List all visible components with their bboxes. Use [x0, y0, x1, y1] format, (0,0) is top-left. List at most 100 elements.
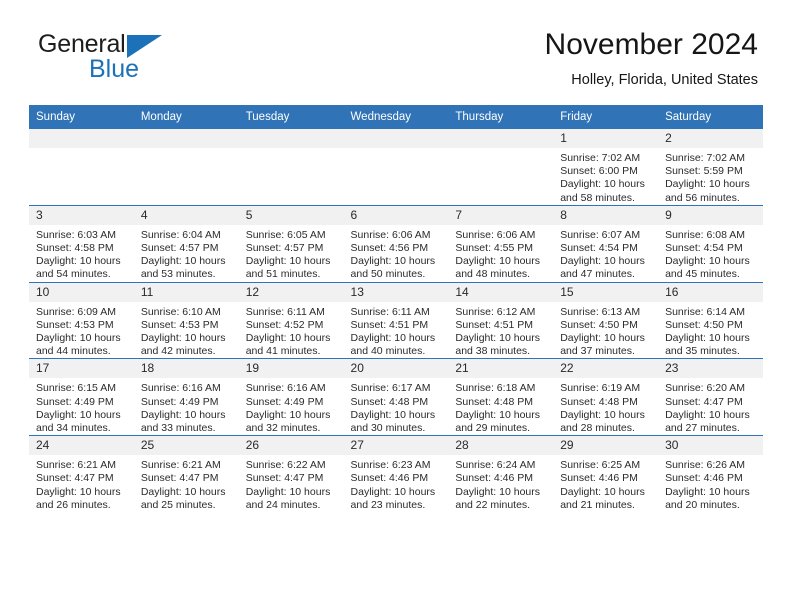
sunrise-text: Sunrise: 6:05 AM: [245, 228, 326, 241]
sunset-text: Sunset: 4:54 PM: [560, 242, 638, 255]
day-sun-info: Sunrise: 6:11 AM Sunset: 4:51 PM Daylight:…: [344, 302, 449, 359]
calendar-day-cell[interactable]: 11 Sunrise: 6:10 AM Sunset: 4:53 PM Dayligh…: [133, 281, 239, 359]
day-number: 11: [133, 282, 239, 302]
calendar-day-cell[interactable]: 28 Sunrise: 6:24 AM Sunset: 4:46 PM Dayligh…: [448, 435, 554, 513]
sunrise-sunset-calendar: Sunday Monday Tuesday Wednesday Thursday…: [29, 105, 763, 513]
daylight-text-line2: and 42 minutes.: [140, 345, 216, 358]
day-number: 20: [343, 359, 449, 379]
day-sun-info: Sunrise: 6:05 AM Sunset: 4:57 PM Daylight:…: [239, 225, 344, 282]
calendar-day-cell[interactable]: 26 Sunrise: 6:22 AM Sunset: 4:47 PM Dayligh…: [238, 435, 344, 513]
sunset-text: Sunset: 4:46 PM: [455, 472, 534, 485]
sunrise-text: Sunrise: 6:22 AM: [245, 459, 326, 472]
sunset-text: Sunset: 4:47 PM: [245, 472, 324, 485]
sunset-text: Sunset: 4:49 PM: [245, 395, 324, 408]
calendar-day-cell[interactable]: 12 Sunrise: 6:11 AM Sunset: 4:52 PM Dayligh…: [238, 281, 344, 359]
sunrise-text: Sunrise: 6:12 AM: [455, 305, 536, 318]
calendar-day-cell[interactable]: 5 Sunrise: 6:05 AM Sunset: 4:57 PM Daylight…: [238, 204, 344, 283]
calendar-day-cell[interactable]: 7 Sunrise: 6:06 AM Sunset: 4:55 PM Daylight…: [448, 204, 554, 283]
sunrise-text: Sunrise: 6:24 AM: [455, 459, 536, 472]
day-number: 29: [553, 436, 659, 456]
sunrise-text: Sunrise: 6:21 AM: [140, 459, 221, 472]
weekday-header-row: Sunday Monday Tuesday Wednesday Thursday…: [29, 105, 763, 129]
weekday-header-friday: Friday: [553, 105, 659, 129]
daylight-text-line1: Daylight: 10 hours: [350, 255, 436, 268]
daylight-text-line1: Daylight: 10 hours: [245, 332, 331, 345]
calendar-day-cell[interactable]: 1 Sunrise: 7:02 AM Sunset: 6:00 PM Daylight…: [553, 128, 659, 206]
calendar-week-row: 3 Sunrise: 6:03 AM Sunset: 4:58 PM Daylight…: [29, 204, 763, 283]
weekday-header-thursday: Thursday: [448, 105, 554, 129]
day-number: 26: [238, 436, 344, 456]
sunset-text: Sunset: 4:51 PM: [350, 318, 429, 331]
calendar-day-cell[interactable]: 14 Sunrise: 6:12 AM Sunset: 4:51 PM Dayligh…: [448, 281, 554, 359]
calendar-day-cell[interactable]: 8 Sunrise: 6:07 AM Sunset: 4:54 PM Daylight…: [553, 204, 659, 283]
weekday-header-sunday: Sunday: [29, 105, 134, 129]
calendar-day-cell[interactable]: 20 Sunrise: 6:17 AM Sunset: 4:48 PM Dayligh…: [343, 358, 449, 436]
calendar-day-cell[interactable]: 9 Sunrise: 6:08 AM Sunset: 4:54 PM Daylight…: [658, 204, 763, 283]
day-sun-info: Sunrise: 6:06 AM Sunset: 4:56 PM Daylight:…: [344, 225, 449, 282]
daylight-text-line2: and 54 minutes.: [36, 268, 111, 281]
calendar-day-cell[interactable]: 27 Sunrise: 6:23 AM Sunset: 4:46 PM Dayligh…: [343, 435, 449, 513]
day-number: 14: [448, 282, 554, 302]
sunrise-text: Sunrise: 6:20 AM: [665, 382, 746, 395]
day-sun-info: Sunrise: 6:09 AM Sunset: 4:53 PM Daylight:…: [29, 302, 134, 359]
day-number: 17: [29, 359, 134, 379]
calendar-day-cell[interactable]: 17 Sunrise: 6:15 AM Sunset: 4:49 PM Dayligh…: [29, 358, 134, 436]
daylight-text-line2: and 23 minutes.: [350, 498, 426, 511]
calendar-week-row: 17 Sunrise: 6:15 AM Sunset: 4:49 PM Dayligh…: [29, 358, 763, 436]
calendar-day-cell[interactable]: 10 Sunrise: 6:09 AM Sunset: 4:53 PM Dayligh…: [29, 281, 134, 359]
calendar-day-cell[interactable]: 30 Sunrise: 6:26 AM Sunset: 4:46 PM Dayligh…: [658, 435, 763, 513]
calendar-day-cell-empty: [238, 128, 344, 206]
sunrise-text: Sunrise: 6:17 AM: [350, 382, 431, 395]
calendar-day-cell-empty: [29, 128, 134, 206]
daylight-text-line2: and 21 minutes.: [560, 498, 635, 511]
calendar-day-cell[interactable]: 15 Sunrise: 6:13 AM Sunset: 4:50 PM Dayligh…: [553, 281, 659, 359]
calendar-day-cell[interactable]: 22 Sunrise: 6:19 AM Sunset: 4:48 PM Dayligh…: [553, 358, 659, 436]
daylight-text-line2: and 50 minutes.: [350, 268, 426, 281]
day-number: 23: [658, 359, 763, 379]
calendar-day-cell[interactable]: 21 Sunrise: 6:18 AM Sunset: 4:48 PM Dayligh…: [448, 358, 554, 436]
daylight-text-line1: Daylight: 10 hours: [455, 485, 541, 498]
calendar-day-cell[interactable]: 2 Sunrise: 7:02 AM Sunset: 5:59 PM Daylight…: [658, 128, 763, 206]
daylight-text-line1: Daylight: 10 hours: [665, 178, 750, 191]
daylight-text-line2: and 41 minutes.: [245, 345, 321, 358]
daylight-text-line2: and 48 minutes.: [455, 268, 531, 281]
calendar-page: General Blue November 2024 Holley, Flori…: [0, 0, 792, 612]
daylight-text-line2: and 58 minutes.: [560, 191, 635, 204]
title-block: November 2024 Holley, Florida, United St…: [545, 28, 758, 88]
calendar-day-cell[interactable]: 3 Sunrise: 6:03 AM Sunset: 4:58 PM Daylight…: [29, 204, 134, 283]
sunset-text: Sunset: 4:53 PM: [36, 318, 114, 331]
daylight-text-line1: Daylight: 10 hours: [455, 332, 541, 345]
page-header: General Blue November 2024 Holley, Flori…: [34, 28, 758, 100]
day-sun-info: Sunrise: 6:11 AM Sunset: 4:52 PM Daylight:…: [239, 302, 344, 359]
daylight-text-line2: and 33 minutes.: [140, 422, 216, 435]
brand-logo[interactable]: General Blue: [34, 32, 244, 88]
calendar-day-cell[interactable]: 23 Sunrise: 6:20 AM Sunset: 4:47 PM Dayligh…: [658, 358, 763, 436]
sunrise-text: Sunrise: 6:15 AM: [36, 382, 116, 395]
day-number: 19: [238, 359, 344, 379]
sunrise-text: Sunrise: 6:14 AM: [665, 305, 746, 318]
calendar-day-cell-empty: [448, 128, 554, 206]
day-number: [238, 129, 344, 148]
calendar-day-cell[interactable]: 16 Sunrise: 6:14 AM Sunset: 4:50 PM Dayligh…: [658, 281, 763, 359]
calendar-day-cell[interactable]: 4 Sunrise: 6:04 AM Sunset: 4:57 PM Daylight…: [133, 204, 239, 283]
sunrise-text: Sunrise: 6:21 AM: [36, 459, 116, 472]
calendar-day-cell[interactable]: 6 Sunrise: 6:06 AM Sunset: 4:56 PM Daylight…: [343, 204, 449, 283]
day-number: 3: [29, 205, 134, 225]
daylight-text-line2: and 51 minutes.: [245, 268, 321, 281]
day-sun-info: Sunrise: 7:02 AM Sunset: 6:00 PM Daylight:…: [553, 148, 658, 205]
calendar-day-cell[interactable]: 24 Sunrise: 6:21 AM Sunset: 4:47 PM Dayligh…: [29, 435, 134, 513]
day-number: 16: [658, 282, 763, 302]
calendar-day-cell[interactable]: 19 Sunrise: 6:16 AM Sunset: 4:49 PM Dayligh…: [238, 358, 344, 436]
daylight-text-line2: and 53 minutes.: [140, 268, 216, 281]
daylight-text-line2: and 40 minutes.: [350, 345, 426, 358]
sunset-text: Sunset: 4:50 PM: [560, 318, 638, 331]
calendar-day-cell[interactable]: 18 Sunrise: 6:16 AM Sunset: 4:49 PM Dayligh…: [133, 358, 239, 436]
calendar-day-cell[interactable]: 29 Sunrise: 6:25 AM Sunset: 4:46 PM Dayligh…: [553, 435, 659, 513]
daylight-text-line2: and 22 minutes.: [455, 498, 531, 511]
sunrise-text: Sunrise: 6:23 AM: [350, 459, 431, 472]
calendar-day-cell[interactable]: 13 Sunrise: 6:11 AM Sunset: 4:51 PM Dayligh…: [343, 281, 449, 359]
daylight-text-line1: Daylight: 10 hours: [140, 255, 226, 268]
daylight-text-line2: and 28 minutes.: [560, 422, 635, 435]
calendar-day-cell[interactable]: 25 Sunrise: 6:21 AM Sunset: 4:47 PM Dayligh…: [133, 435, 239, 513]
daylight-text-line1: Daylight: 10 hours: [245, 485, 331, 498]
